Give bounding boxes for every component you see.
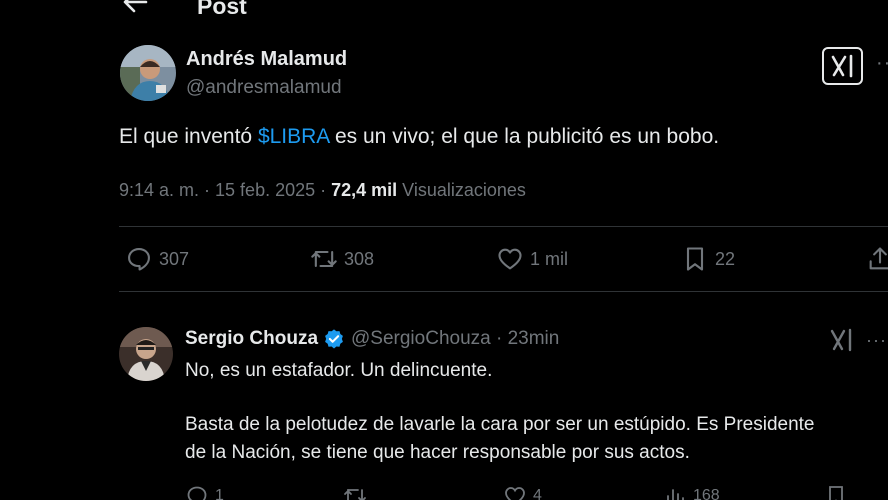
repost-button[interactable]: 308 xyxy=(310,245,374,273)
reply-button[interactable]: 1 xyxy=(185,484,224,500)
author-name[interactable]: Andrés Malamud xyxy=(186,48,347,71)
author-name[interactable]: Sergio Chouza xyxy=(185,328,318,350)
grok-button[interactable] xyxy=(822,47,863,85)
avatar[interactable] xyxy=(119,327,173,381)
avatar[interactable] xyxy=(120,45,176,101)
tweet-text-after: es un vivo; el que la publicitó es un bo… xyxy=(329,125,720,148)
repost-icon xyxy=(311,250,337,268)
repost-button[interactable] xyxy=(343,484,367,500)
tweet-timestamp[interactable]: 9:14 a. m. · 15 feb. 2025 · xyxy=(119,180,331,200)
author-handle[interactable]: @SergioChouza · 23min xyxy=(351,328,559,350)
page-title: Post xyxy=(197,0,247,19)
reply-text-line: de la Nación, se tiene que hacer respons… xyxy=(185,442,690,463)
like-button[interactable]: 1 mil xyxy=(496,245,568,273)
reply-text-line: Basta de la pelotudez de lavarle la cara… xyxy=(185,414,815,435)
repost-icon xyxy=(344,488,366,500)
views-count: 168 xyxy=(693,487,720,500)
reply-count: 1 xyxy=(215,487,224,500)
share-button[interactable] xyxy=(866,245,888,273)
bookmark-button[interactable] xyxy=(824,484,848,500)
like-count: 4 xyxy=(533,487,542,500)
more-options-icon[interactable]: ··· xyxy=(876,52,888,75)
share-icon xyxy=(869,247,888,270)
heart-icon xyxy=(498,248,522,270)
divider xyxy=(119,291,888,292)
tweet-text-before: El que inventó xyxy=(119,125,258,148)
like-count: 1 mil xyxy=(530,248,569,269)
avatar-image-icon xyxy=(119,327,173,381)
avatar-image-icon xyxy=(120,45,176,101)
reply-icon xyxy=(128,248,150,271)
bookmark-icon xyxy=(686,247,704,271)
page-header: Post xyxy=(0,0,888,22)
grok-icon xyxy=(831,54,852,78)
analytics-icon xyxy=(667,489,684,500)
reply-icon xyxy=(187,486,207,500)
tweet-meta: 9:14 a. m. · 15 feb. 2025 · 72,4 mil Vis… xyxy=(119,180,526,201)
reply-text-line: No, es un estafador. Un delincuente. xyxy=(185,360,493,381)
repost-count: 308 xyxy=(344,248,375,269)
heart-icon xyxy=(505,487,525,500)
reply-button[interactable]: 307 xyxy=(125,245,189,273)
like-button[interactable]: 4 xyxy=(503,484,542,500)
tweet-text: El que inventó $LIBRA es un vivo; el que… xyxy=(119,125,719,149)
bookmark-count: 22 xyxy=(715,248,736,269)
grok-icon[interactable] xyxy=(830,328,854,352)
divider xyxy=(119,226,888,227)
bookmark-icon xyxy=(829,486,843,500)
views-label: Visualizaciones xyxy=(397,180,526,200)
reply-count: 307 xyxy=(159,248,190,269)
more-options-icon[interactable]: ··· xyxy=(866,330,887,351)
reply-header: Sergio Chouza @SergioChouza · 23min xyxy=(185,328,559,350)
views-count: 72,4 mil xyxy=(331,180,398,200)
author-handle[interactable]: @andresmalamud xyxy=(186,77,342,99)
cashtag-link[interactable]: $LIBRA xyxy=(258,125,329,148)
verified-badge-icon xyxy=(325,329,343,349)
views-button[interactable]: 168 xyxy=(663,484,720,500)
back-arrow-icon[interactable] xyxy=(120,0,150,16)
bookmark-button[interactable]: 22 xyxy=(681,245,735,273)
